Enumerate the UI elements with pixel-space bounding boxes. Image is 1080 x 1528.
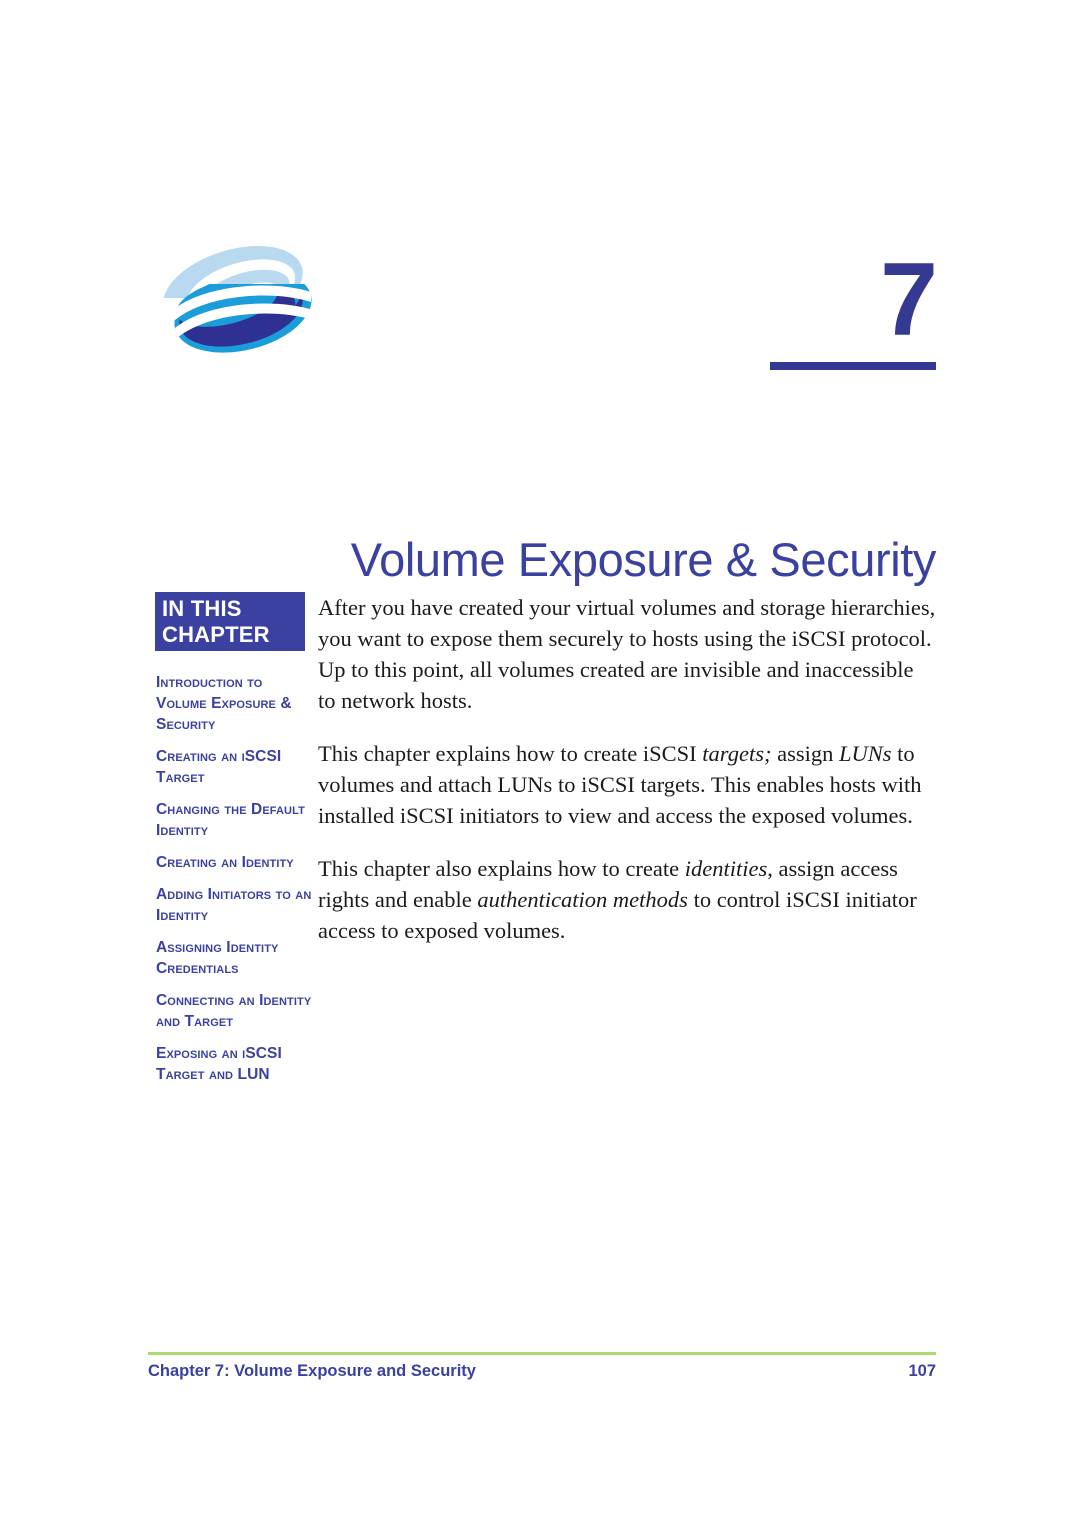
- chapter-number: 7: [880, 242, 938, 358]
- page-title: Volume Exposure & Security: [350, 533, 937, 587]
- toc-item-connecting-identity-target[interactable]: Connecting an Identity and Target: [156, 990, 316, 1032]
- toc-item-adding-initiators[interactable]: Adding Initiators to an Identity: [156, 884, 316, 926]
- toc-item-creating-iscsi-target[interactable]: Creating an iSCSI Target: [156, 746, 316, 788]
- toc-item-creating-an-identity[interactable]: Creating an Identity: [156, 852, 316, 873]
- in-this-chapter-heading: IN THIS CHAPTER: [155, 592, 305, 651]
- para2-emphasis-targets: targets;: [702, 741, 772, 766]
- para3-emphasis-auth-methods: authentication methods: [477, 887, 688, 912]
- toc-item-introduction[interactable]: Introduction to Volume Exposure & Securi…: [156, 672, 316, 735]
- chapter-intro-body: After you have created your virtual volu…: [318, 592, 936, 968]
- para3-emphasis-identities: identities: [684, 856, 768, 881]
- intro-paragraph-2: This chapter explains how to create iSCS…: [318, 738, 936, 831]
- intro-paragraph-1: After you have created your virtual volu…: [318, 595, 936, 713]
- para2-text-2: assign: [771, 741, 839, 766]
- company-swoosh-logo: [155, 232, 333, 362]
- toc-item-exposing-target-lun[interactable]: Exposing an iSCSI Target and LUN: [156, 1043, 316, 1085]
- footer-chapter-label: Chapter 7: Volume Exposure and Security: [148, 1362, 476, 1380]
- footer-page-number: 107: [908, 1362, 936, 1380]
- toc-item-changing-default-identity[interactable]: Changing the Default Identity: [156, 799, 316, 841]
- in-this-chapter-line-1: IN THIS: [162, 596, 242, 621]
- in-this-chapter-line-2: CHAPTER: [162, 622, 270, 647]
- intro-paragraph-3: This chapter also explains how to create…: [318, 853, 936, 946]
- document-page: 7 Volume Exposure & Security IN THIS CHA…: [0, 0, 1080, 1528]
- toc-item-assigning-credentials[interactable]: Assigning Identity Credentials: [156, 937, 316, 979]
- footer-divider: [148, 1352, 936, 1355]
- page-footer: Chapter 7: Volume Exposure and Security …: [148, 1362, 936, 1381]
- chapter-number-rule: [770, 362, 936, 370]
- para3-text-1: This chapter also explains how to create: [318, 856, 685, 881]
- para2-text-1: This chapter explains how to create iSCS…: [318, 741, 703, 766]
- para2-emphasis-luns: LUNs: [838, 741, 892, 766]
- chapter-contents-list: Introduction to Volume Exposure & Securi…: [156, 672, 316, 1096]
